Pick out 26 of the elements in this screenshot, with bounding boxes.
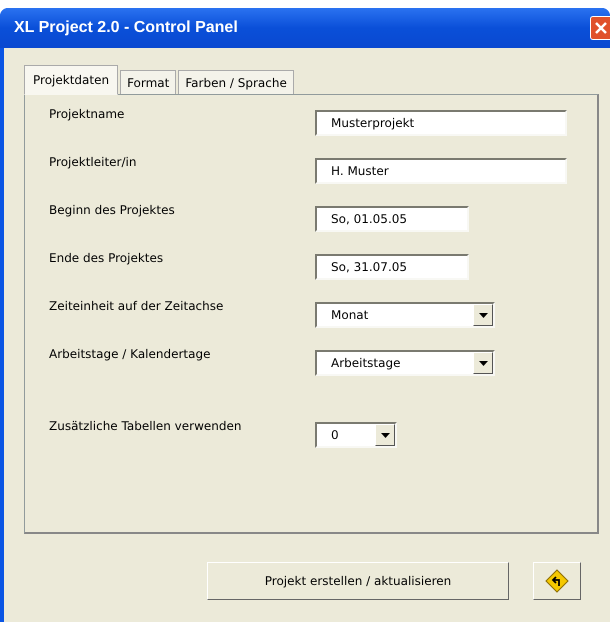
create-project-button[interactable]: Projekt erstellen / aktualisieren: [207, 562, 509, 600]
text-field[interactable]: So, 31.07.05: [315, 254, 469, 280]
dropdown[interactable]: Arbeitstage: [315, 350, 495, 376]
sign-button[interactable]: [533, 562, 581, 600]
field-label: Projektname: [49, 107, 126, 121]
dropdown-arrow-icon: [478, 312, 488, 318]
dropdown[interactable]: Monat: [315, 302, 495, 328]
text-field[interactable]: So, 01.05.05: [315, 206, 469, 232]
road-sign-icon: [545, 569, 569, 593]
field-label: Beginn des Projektes: [49, 203, 176, 217]
text-field[interactable]: Musterprojekt: [315, 110, 567, 136]
close-button[interactable]: [590, 16, 610, 40]
field-label: Arbeitstage / Kalendertage: [49, 347, 212, 361]
field-label: Zusätzliche Tabellen verwenden: [49, 419, 242, 433]
field-label: Projektleiter/in: [49, 155, 138, 169]
tab[interactable]: Format: [120, 70, 176, 94]
tab[interactable]: Projektdaten: [24, 65, 118, 95]
dropdown[interactable]: 0: [315, 422, 397, 448]
text-field[interactable]: H. Muster: [315, 158, 567, 184]
dropdown-arrow-icon: [478, 360, 488, 366]
tab[interactable]: Farben / Sprache: [178, 70, 294, 94]
field-label: Ende des Projektes: [49, 251, 164, 265]
close-icon: [592, 20, 608, 36]
field-label: Zeiteinheit auf der Zeitachse: [49, 299, 224, 313]
window-title: XL Project 2.0 - Control Panel: [14, 19, 238, 37]
dropdown-arrow-icon: [380, 432, 390, 438]
